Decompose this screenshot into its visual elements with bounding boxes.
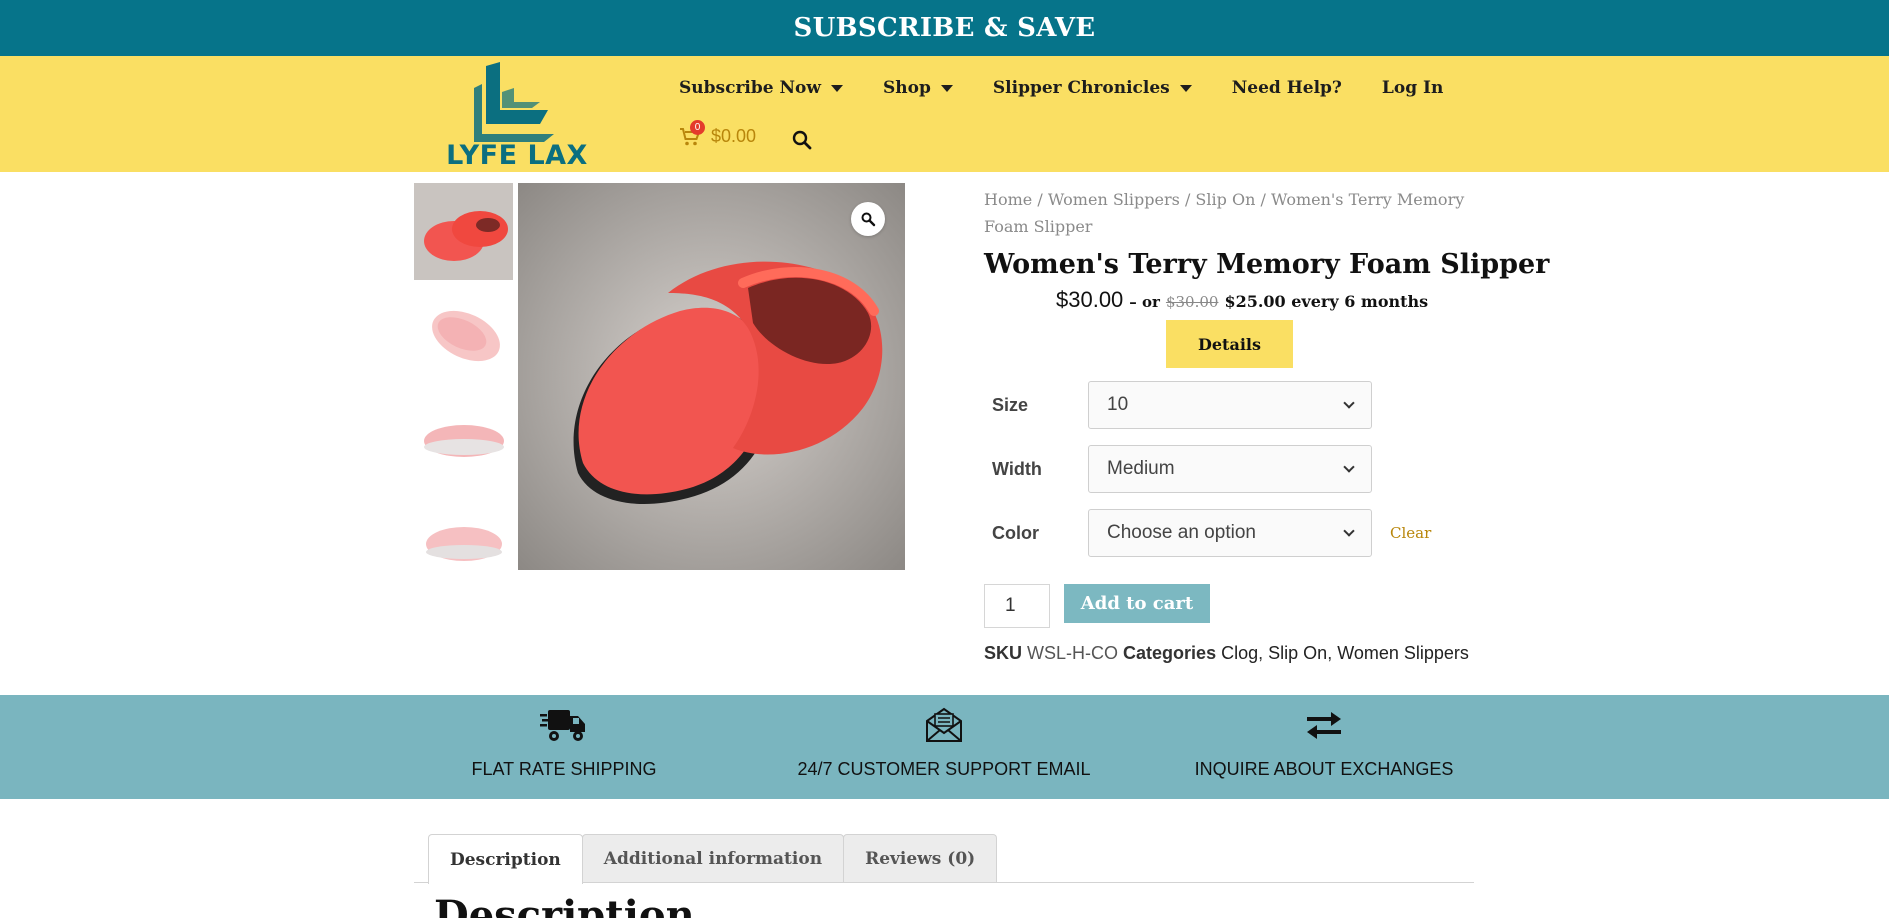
tab-additional-information-label: Additional information	[603, 849, 823, 869]
variation-size-row: Size 10	[992, 381, 1372, 429]
quantity-input[interactable]: 1	[984, 584, 1050, 628]
nav-shop[interactable]: Shop	[883, 78, 953, 98]
nav-shop-label: Shop	[883, 78, 931, 98]
breadcrumb-women-slippers[interactable]: Women Slippers	[1048, 190, 1180, 209]
size-select-value: 10	[1107, 394, 1129, 415]
feature-support: 24/7 CUSTOMER SUPPORT EMAIL	[794, 695, 1094, 799]
product-meta: SKU WSL-H-CO Categories Clog, Slip On, W…	[984, 643, 1469, 663]
variation-size-label: Size	[992, 394, 1029, 415]
logo-text: LYFE LAX	[446, 140, 588, 171]
chevron-down-icon	[1343, 397, 1355, 409]
slipper-thumbnail-image	[432, 310, 500, 362]
caret-down-icon	[1179, 84, 1192, 92]
add-to-cart-button[interactable]: Add to cart	[1064, 584, 1210, 623]
breadcrumb-separator: /	[1260, 190, 1266, 209]
breadcrumb: Home / Women Slippers / Slip On / Women'…	[984, 186, 1474, 240]
cart-count-badge: 0	[690, 120, 705, 135]
color-select-value: Choose an option	[1107, 522, 1256, 543]
breadcrumb-slip-on[interactable]: Slip On	[1195, 190, 1255, 209]
breadcrumb-separator: /	[1037, 190, 1043, 209]
variation-color-label: Color	[992, 522, 1039, 543]
zoom-button[interactable]	[851, 202, 885, 236]
price-regular: $30.00	[1056, 287, 1124, 312]
gallery-thumbnail[interactable]	[414, 492, 513, 589]
tab-reviews-label: Reviews (0)	[865, 849, 976, 869]
clear-variations-link[interactable]: Clear	[1390, 524, 1431, 542]
nav-need-help[interactable]: Need Help?	[1232, 78, 1342, 98]
logo-mark-icon	[474, 62, 554, 142]
breadcrumb-home[interactable]: Home	[984, 190, 1032, 209]
mini-cart[interactable]: 0 $0.00	[679, 120, 757, 147]
price-or: – or	[1129, 293, 1160, 311]
subscribe-banner-text: SUBSCRIBE & SAVE	[793, 13, 1096, 43]
slipper-thumbnail-image	[426, 527, 502, 561]
main-nav: Subscribe Now Shop Slipper Chronicles Ne…	[679, 78, 1443, 98]
nav-log-in-label: Log In	[1381, 78, 1444, 98]
nav-log-in[interactable]: Log In	[1382, 78, 1443, 98]
nav-subscribe-now-label: Subscribe Now	[679, 78, 821, 98]
sku-label: SKU	[984, 643, 1023, 663]
categories-label: Categories	[1123, 643, 1217, 663]
feature-exchanges-label: INQUIRE ABOUT EXCHANGES	[1194, 759, 1454, 779]
details-button[interactable]: Details	[1166, 320, 1293, 368]
price-subscription: $25.00 every 6 months	[1224, 292, 1429, 311]
color-select[interactable]: Choose an option	[1088, 509, 1372, 557]
caret-down-icon	[831, 84, 843, 92]
feature-shipping: FLAT RATE SHIPPING	[464, 695, 664, 799]
variation-width-row: Width Medium	[992, 445, 1372, 493]
slipper-thumbnail-image	[414, 183, 513, 280]
caret-down-icon	[940, 84, 953, 92]
width-select[interactable]: Medium	[1088, 445, 1372, 493]
gallery-thumbnails	[414, 183, 514, 595]
envelope-icon	[926, 707, 962, 742]
nav-slipper-chronicles[interactable]: Slipper Chronicles	[993, 78, 1192, 98]
site-logo[interactable]: LYFE LAX	[444, 62, 590, 171]
feature-shipping-label: FLAT RATE SHIPPING	[471, 759, 657, 779]
site-header: LYFE LAX Subscribe Now Shop Slipper Chro…	[0, 56, 1889, 172]
nav-subscribe-now[interactable]: Subscribe Now	[679, 78, 843, 98]
subscribe-banner[interactable]: SUBSCRIBE & SAVE	[0, 0, 1889, 56]
sku-value: WSL-H-CO	[1027, 643, 1119, 663]
variation-color-row: Color Choose an option Clear	[992, 509, 1431, 557]
nav-need-help-label: Need Help?	[1231, 78, 1342, 98]
gallery-thumbnail[interactable]	[414, 183, 513, 280]
category-link-clog[interactable]: Clog	[1221, 643, 1258, 663]
features-band: FLAT RATE SHIPPING 24/7 CUSTOMER SUPPORT…	[0, 695, 1889, 799]
slipper-main-image	[518, 183, 905, 570]
variation-width-label: Width	[992, 458, 1042, 479]
quantity-value: 1	[1005, 595, 1016, 616]
tab-reviews[interactable]: Reviews (0)	[843, 834, 998, 883]
breadcrumb-separator: /	[1184, 190, 1191, 209]
tab-additional-information[interactable]: Additional information	[581, 834, 845, 883]
gallery-thumbnail[interactable]	[414, 389, 513, 486]
search-button[interactable]	[790, 128, 814, 152]
feature-exchanges: INQUIRE ABOUT EXCHANGES	[1174, 695, 1474, 799]
product-title: Women's Terry Memory Foam Slipper	[984, 249, 1550, 280]
tab-description[interactable]: Description	[428, 834, 583, 884]
search-icon	[792, 130, 812, 150]
gallery-thumbnail[interactable]	[414, 286, 513, 383]
feature-support-label: 24/7 CUSTOMER SUPPORT EMAIL	[797, 759, 1091, 779]
width-select-value: Medium	[1107, 458, 1175, 479]
category-link-women-slippers[interactable]: Women Slippers	[1337, 643, 1469, 663]
category-link-slip-on[interactable]: Slip On	[1268, 643, 1327, 663]
truck-icon	[540, 710, 585, 741]
price-original: $30.00	[1165, 293, 1219, 311]
zoom-icon	[861, 212, 876, 227]
product-price: $30.00 – or $30.00 $25.00 every 6 months	[1056, 287, 1428, 313]
chevron-down-icon	[1343, 461, 1355, 473]
description-heading: Description	[434, 892, 695, 918]
size-select[interactable]: 10	[1088, 381, 1372, 429]
product-tabs: Description Additional information Revie…	[428, 834, 998, 884]
product-main-image[interactable]	[518, 183, 905, 570]
exchange-arrows-icon	[1307, 712, 1341, 739]
cart-total: $0.00	[711, 126, 757, 146]
chevron-down-icon	[1343, 525, 1355, 537]
nav-slipper-chronicles-label: Slipper Chronicles	[992, 78, 1170, 98]
tab-description-label: Description	[450, 849, 561, 870]
slipper-thumbnail-image	[424, 425, 504, 457]
